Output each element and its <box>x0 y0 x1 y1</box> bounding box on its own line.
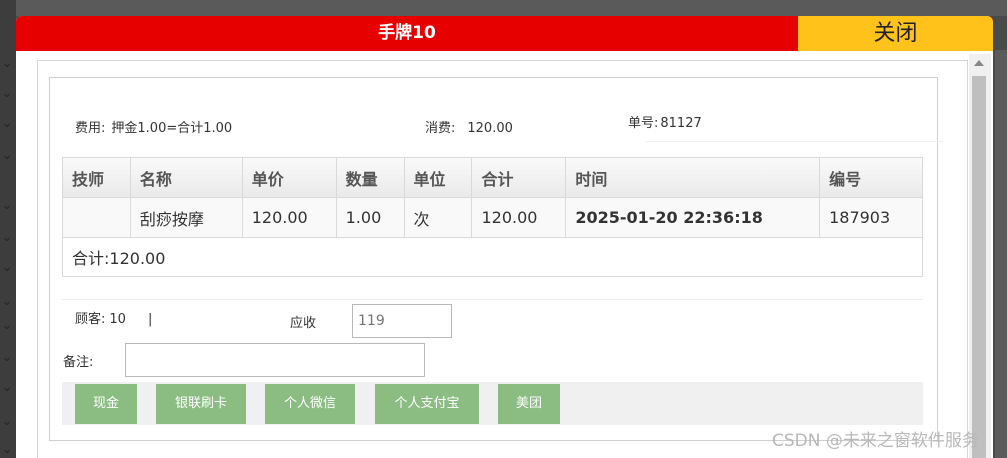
fee-label: 费用: <box>75 121 106 136</box>
receivable-label: 应收 <box>290 316 317 331</box>
customer-label: 顾客: <box>75 312 106 327</box>
modal-content-frame: 费用: 押金1.00=合计1.00 消费: 120.00 单号: 81127 技师 名… <box>37 60 968 458</box>
column-header-unit-price: 单价 <box>241 157 337 198</box>
column-header-code: 编号 <box>819 157 923 198</box>
total-label: 合计: <box>72 249 110 268</box>
chevron-down-icon: ⌄ <box>2 350 13 364</box>
consume-label: 消费: <box>425 121 456 136</box>
chevron-down-icon: ⌄ <box>2 294 13 308</box>
total-value: 120.00 <box>109 249 166 268</box>
chevron-down-icon: ⌄ <box>2 318 13 332</box>
column-header-name: 名称 <box>129 157 243 198</box>
receivable-input[interactable] <box>352 304 452 338</box>
chevron-down-icon: ⌄ <box>2 116 13 130</box>
quantity-cell: 1.00 <box>335 197 405 238</box>
item-name-cell: 刮痧按摩 <box>129 197 243 238</box>
table-row[interactable]: 刮痧按摩 120.00 1.00 次 120.00 2025-01-20 22:… <box>62 197 923 238</box>
code-cell: 187903 <box>819 197 923 238</box>
customer-value: 10 <box>109 312 126 327</box>
table-total-row: 合计:120.00 <box>62 237 923 277</box>
remark-label: 备注: <box>63 355 94 370</box>
column-header-technician: 技师 <box>62 157 131 198</box>
order-info: 单号: 81127 <box>628 112 702 131</box>
section-divider <box>62 299 923 300</box>
column-header-time: 时间 <box>565 157 821 198</box>
order-label: 单号: <box>628 116 659 131</box>
unit-cell: 次 <box>403 197 473 238</box>
checkout-modal: 手牌10 关闭 费用: 押金1.00=合计1.00 消费: 120.00 单号: 81… <box>16 16 993 458</box>
scrollbar-thumb[interactable] <box>972 76 986 458</box>
customer-info: 顾客: 10 | <box>75 308 152 327</box>
unit-price-cell: 120.00 <box>241 197 337 238</box>
total-cell: 合计:120.00 <box>62 237 923 277</box>
watermark: CSDN @未来之窗软件服务 <box>772 431 979 451</box>
chevron-down-icon: ⌄ <box>2 442 13 456</box>
technician-cell <box>62 197 131 238</box>
order-underline <box>646 141 943 142</box>
fee-value: 押金1.00=合计1.00 <box>111 121 233 136</box>
modal-titlebar: 手牌10 关闭 <box>16 16 993 51</box>
items-table: 技师 名称 单价 数量 单位 合计 时间 编号 刮痧按摩 120.00 1.00… <box>62 157 923 277</box>
modal-title: 手牌10 <box>378 23 436 43</box>
table-header-row: 技师 名称 单价 数量 单位 合计 时间 编号 <box>62 157 923 198</box>
close-button[interactable]: 关闭 <box>798 16 993 51</box>
order-value: 81127 <box>660 116 702 131</box>
subtotal-cell: 120.00 <box>471 197 567 238</box>
pay-meituan-button[interactable]: 美团 <box>498 384 560 424</box>
chevron-down-icon: ⌄ <box>2 230 13 244</box>
payment-button-bar: 现金 银联刷卡 个人微信 个人支付宝 美团 <box>62 382 923 425</box>
chevron-down-icon: ⌄ <box>2 148 13 162</box>
column-header-unit: 单位 <box>403 157 473 198</box>
column-header-subtotal: 合计 <box>471 157 567 198</box>
time-cell: 2025-01-20 22:36:18 <box>565 197 821 238</box>
scrollbar[interactable] <box>969 54 991 458</box>
background-left-panel: ⌄ ⌄ ⌄ ⌄ ⌄ ⌄ ⌄ ⌄ ⌄ ⌄ ⌄ ⌄ ⌄ <box>0 0 16 458</box>
pay-alipay-button[interactable]: 个人支付宝 <box>375 384 479 424</box>
remark-input[interactable] <box>125 343 425 377</box>
scroll-up-arrow-icon[interactable] <box>974 60 984 66</box>
pay-unionpay-button[interactable]: 银联刷卡 <box>156 384 246 424</box>
pay-wechat-button[interactable]: 个人微信 <box>265 384 355 424</box>
background-top-strip <box>0 0 1007 16</box>
consume-info: 消费: 120.00 <box>425 117 513 136</box>
fee-info: 费用: 押金1.00=合计1.00 <box>75 117 232 136</box>
column-header-quantity: 数量 <box>335 157 405 198</box>
background-right-panel <box>995 50 1007 458</box>
chevron-down-icon: ⌄ <box>2 380 13 394</box>
chevron-down-icon: ⌄ <box>2 414 13 428</box>
customer-divider: | <box>147 312 153 327</box>
chevron-down-icon: ⌄ <box>2 260 13 274</box>
pay-cash-button[interactable]: 现金 <box>75 384 137 424</box>
chevron-down-icon: ⌄ <box>2 86 13 100</box>
chevron-down-icon: ⌄ <box>2 198 13 212</box>
consume-value: 120.00 <box>467 121 513 136</box>
chevron-down-icon: ⌄ <box>2 56 13 70</box>
